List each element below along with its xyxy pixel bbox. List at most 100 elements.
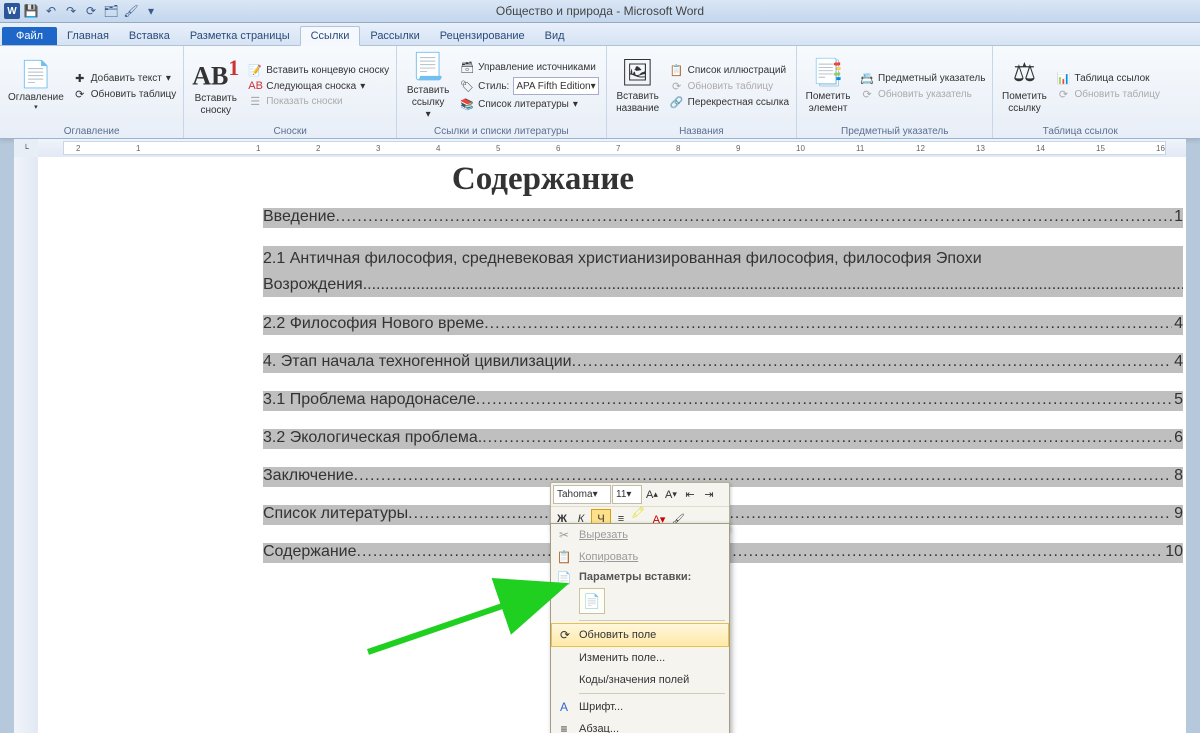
caption-icon: 🖼	[621, 57, 654, 88]
insert-footnote-button[interactable]: AB1 Вставить сноску	[188, 51, 243, 121]
tab-layout[interactable]: Разметка страницы	[180, 27, 300, 45]
paste-option-1[interactable]: 📄	[579, 588, 605, 614]
qat-button-3[interactable]: 🖌	[122, 2, 140, 20]
mark-citation-button[interactable]: ⚖ Пометить ссылку	[997, 51, 1051, 121]
cross-reference-button[interactable]: 🔗Перекрестная ссылка	[667, 95, 792, 110]
tab-home[interactable]: Главная	[57, 27, 119, 45]
qat-dropdown[interactable]: ▾	[142, 2, 160, 20]
citation-style-select[interactable]: 🏷Стиль: APA Fifth Edition ▾	[457, 76, 602, 96]
add-text-button[interactable]: ✚Добавить текст ▾	[70, 71, 180, 86]
menu-paragraph[interactable]: ≡Абзац...	[551, 718, 729, 733]
mark-citation-icon: ⚖	[1013, 57, 1036, 88]
toc-icon: 📄	[20, 59, 52, 90]
toc-row[interactable]: 2.1 Античная философия, средневековая хр…	[263, 246, 1183, 297]
context-menu: ✂Вырезать 📋Копировать 📄Параметры вставки…	[550, 523, 730, 733]
menu-cut: ✂Вырезать	[551, 524, 729, 546]
ruler-corner[interactable]: └	[14, 139, 39, 158]
toc-row[interactable]: 3.1 Проблема народонаселе...............…	[263, 391, 1183, 411]
tab-view[interactable]: Вид	[535, 27, 575, 45]
toc-dots: ........................................…	[408, 505, 1172, 523]
menu-toggle-codes[interactable]: Коды/значения полей	[551, 669, 729, 691]
index-icon: 📇	[860, 72, 874, 85]
toc-dots: ........................................…	[335, 208, 1172, 226]
manage-sources-icon: 🗃	[460, 61, 474, 74]
decrease-indent-button[interactable]: ⇤	[681, 486, 699, 504]
toc-text: Заключение	[263, 467, 354, 485]
qat-redo-button[interactable]: ↷	[62, 2, 80, 20]
toc-text: 3.2 Экологическая проблема.	[263, 429, 482, 447]
toc-text: Введение	[263, 208, 335, 226]
cross-ref-icon: 🔗	[670, 96, 684, 109]
insert-endnote-button[interactable]: 📝Вставить концевую сноску	[245, 63, 392, 78]
menu-edit-field[interactable]: Изменить поле...	[551, 647, 729, 669]
group-label-captions: Названия	[611, 124, 792, 138]
horizontal-ruler[interactable]: 2112345678910111213141516	[38, 139, 1186, 158]
toc-row[interactable]: Введение................................…	[263, 208, 1183, 228]
toc-page: 10	[1163, 543, 1183, 561]
toc-row[interactable]: 3.2 Экологическая проблема..............…	[263, 429, 1183, 449]
footnote-icon: AB1	[192, 55, 239, 92]
menu-separator-2	[579, 693, 725, 694]
font-size-combo[interactable]: 11 ▾	[612, 485, 642, 504]
table-auth-icon: 📊	[1056, 72, 1070, 85]
manage-sources-button[interactable]: 🗃Управление источниками	[457, 60, 602, 75]
toc-dots: ........................................…	[484, 315, 1172, 333]
update-icon: ⟳	[670, 80, 684, 93]
toc-dots: ........................................…	[357, 543, 1164, 561]
bibliography-button[interactable]: 📚Список литературы ▾	[457, 97, 602, 112]
group-label-citations: Ссылки и списки литературы	[401, 124, 602, 138]
tab-mailings[interactable]: Рассылки	[360, 27, 429, 45]
mark-entry-button[interactable]: 📑 Пометить элемент	[801, 51, 855, 121]
group-label-index: Предметный указатель	[801, 124, 988, 138]
tab-insert[interactable]: Вставка	[119, 27, 180, 45]
tab-references[interactable]: Ссылки	[300, 26, 361, 46]
titlebar: W 💾 ↶ ↷ ⟳ 🗂 🖌 ▾ Общество и природа - Mic…	[0, 0, 1200, 23]
toc-row[interactable]: 4. Этап начала техногенной цивилизации..…	[263, 353, 1183, 373]
menu-update-field[interactable]: ⟳Обновить поле	[551, 623, 729, 647]
show-notes-button: ☰Показать сноски	[245, 94, 392, 109]
font-family-combo[interactable]: Tahoma ▾	[553, 485, 611, 504]
index-button[interactable]: 📇Предметный указатель	[857, 71, 988, 86]
tab-file[interactable]: Файл	[2, 27, 57, 45]
qat-save-button[interactable]: 💾	[22, 2, 40, 20]
menu-font[interactable]: AШрифт...	[551, 696, 729, 718]
toc-dots: ........................................…	[482, 429, 1172, 447]
grow-font-button[interactable]: A▴	[643, 486, 661, 504]
update-index-icon: ⟳	[860, 88, 874, 101]
group-label-footnotes: Сноски	[188, 124, 392, 138]
increase-indent-button[interactable]: ⇥	[700, 486, 718, 504]
list-figures-button[interactable]: 📋Список иллюстраций	[667, 63, 792, 78]
toc-dots: ........................................…	[572, 353, 1173, 371]
style-icon: 🏷	[460, 80, 474, 93]
shrink-font-button[interactable]: A▾	[662, 486, 680, 504]
mark-entry-icon: 📑	[812, 57, 844, 88]
insert-caption-button[interactable]: 🖼 Вставить название	[611, 51, 665, 121]
update-field-icon: ⟳	[557, 628, 573, 642]
qat-button-1[interactable]: ⟳	[82, 2, 100, 20]
toc-page: 1	[1172, 208, 1183, 226]
next-footnote-button[interactable]: ABСледующая сноска ▾	[245, 79, 392, 93]
menu-separator-1	[579, 620, 725, 621]
toc-row[interactable]: 2.2 Философия Нового време..............…	[263, 315, 1183, 335]
tab-review[interactable]: Рецензирование	[430, 27, 535, 45]
paste-icon: 📄	[556, 571, 572, 585]
qat-button-2[interactable]: 🗂	[102, 2, 120, 20]
vertical-ruler[interactable]	[14, 157, 39, 733]
document-heading[interactable]: Содержание	[193, 157, 893, 208]
update-index-button: ⟳Обновить указатель	[857, 87, 988, 102]
endnote-icon: 📝	[248, 64, 262, 77]
toc-page: 4	[1172, 353, 1183, 371]
table-authorities-button[interactable]: 📊Таблица ссылок	[1053, 71, 1163, 86]
toc-button[interactable]: 📄 Оглавление▾	[4, 51, 68, 121]
update-toc-button[interactable]: ⟳Обновить таблицу	[70, 87, 180, 102]
insert-citation-button[interactable]: 📃 Вставить ссылку ▾	[401, 51, 455, 121]
toc-text: Содержание	[263, 543, 357, 561]
group-citations: 📃 Вставить ссылку ▾ 🗃Управление источник…	[397, 46, 607, 138]
next-footnote-icon: AB	[248, 80, 262, 92]
update-authorities-button: ⟳Обновить таблицу	[1053, 87, 1163, 102]
quick-access-toolbar: W 💾 ↶ ↷ ⟳ 🗂 🖌 ▾	[0, 2, 160, 20]
word-app-icon[interactable]: W	[4, 3, 20, 19]
qat-undo-button[interactable]: ↶	[42, 2, 60, 20]
document-area[interactable]: Содержание Введение.....................…	[38, 157, 1186, 733]
paragraph-icon: ≡	[556, 722, 572, 733]
